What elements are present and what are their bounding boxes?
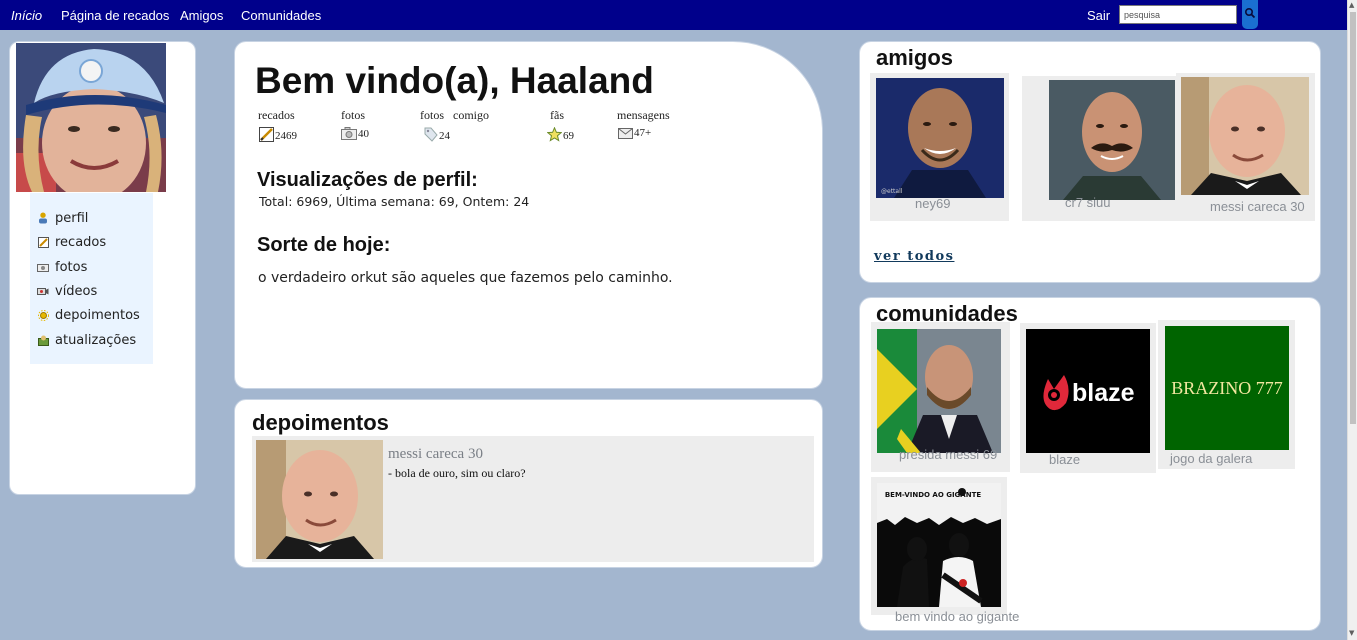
friend-name[interactable]: ney69 (915, 196, 950, 211)
stat-value: 2469 (275, 130, 297, 142)
star-icon (547, 127, 562, 142)
sidebar-item-label: depoimentos (55, 307, 140, 323)
friend-name[interactable]: cr7 siuu (1065, 195, 1111, 210)
sidebar-item-label: vídeos (55, 283, 98, 299)
nav-link-comunidades[interactable]: Comunidades (241, 8, 321, 23)
video-icon (36, 284, 50, 298)
community-name[interactable]: bem vindo ao gigante (895, 609, 1019, 624)
friend-photo-ney69[interactable]: @ettall (876, 78, 1004, 198)
see-all-friends-link[interactable]: ver todos (874, 249, 954, 264)
friends-title: amigos (876, 45, 954, 70)
sidebar-item-perfil[interactable]: perfil (36, 209, 88, 227)
community-name[interactable]: blaze (1049, 452, 1080, 467)
note-icon (36, 235, 50, 249)
stat-fotos[interactable]: 40 (341, 127, 369, 140)
luck-title: Sorte de hoje: (257, 234, 391, 256)
stat-label-recados[interactable]: recados (258, 108, 295, 123)
updates-icon (36, 333, 50, 347)
community-name[interactable]: presida messi 69 (899, 447, 997, 462)
sidebar-item-videos[interactable]: vídeos (36, 282, 97, 300)
gigante-logo-text: BEM-VINDO AO GIGANTE (885, 491, 982, 499)
stat-label-mensagens[interactable]: mensagens (617, 108, 670, 123)
luck-text: o verdadeiro orkut são aqueles que fazem… (258, 270, 673, 286)
envelope-icon (618, 128, 633, 139)
community-image-blaze[interactable]: blaze (1026, 329, 1150, 453)
testimonial-author[interactable]: messi careca 30 (388, 446, 483, 463)
community-image-bem-vindo-ao-gigante[interactable]: BEM-VINDO AO GIGANTE (877, 483, 1001, 607)
search-button[interactable] (1242, 0, 1258, 29)
community-name[interactable]: jogo da galera (1170, 451, 1252, 466)
views-text: Total: 6969, Última semana: 69, Ontem: 2… (259, 194, 530, 209)
sidebar-item-label: fotos (55, 259, 88, 275)
search-icon (1244, 7, 1256, 19)
stat-recados[interactable]: 2469 (259, 127, 297, 142)
sidebar-menu: perfil recados fotos vídeos depoimentos … (30, 193, 153, 364)
stat-fotos-comigo[interactable]: 24 (424, 127, 450, 142)
sidebar-item-atualizacoes[interactable]: atualizações (36, 331, 136, 349)
stat-label-fotos-comigo[interactable]: fotos comigo (420, 108, 489, 123)
note-icon (259, 127, 274, 142)
user-icon (36, 211, 50, 225)
testimonials-title: depoimentos (252, 410, 389, 435)
camera-icon (36, 260, 50, 274)
friend-photo-cr7-siuu[interactable] (1049, 80, 1175, 200)
camera-icon (341, 127, 357, 140)
nav-link-inicio[interactable]: Início (11, 8, 42, 23)
nav-link-amigos[interactable]: Amigos (180, 8, 223, 23)
stat-label-fas[interactable]: fãs (550, 108, 564, 123)
svg-text:@ettall: @ettall (881, 188, 903, 195)
nav-link-pagina-de-recados[interactable]: Página de recados (61, 8, 169, 23)
logout-link[interactable]: Sair (1087, 8, 1110, 23)
sidebar-item-label: recados (55, 234, 107, 250)
community-image-jogo-da-galera[interactable]: BRAZINO 777 (1165, 326, 1289, 450)
sun-icon (36, 308, 50, 322)
scroll-up-icon[interactable]: ▲ (1349, 1, 1354, 9)
friend-name[interactable]: messi careca 30 (1210, 199, 1305, 214)
stat-label-fotos[interactable]: fotos (341, 108, 365, 123)
stat-value: 24 (439, 130, 450, 142)
stat-fas[interactable]: 69 (547, 127, 574, 142)
friend-photo-messi-careca-30[interactable] (1181, 77, 1309, 195)
tag-icon (424, 127, 438, 142)
stat-value: 47+ (634, 127, 652, 139)
blaze-logo-text: blaze (1072, 379, 1135, 407)
stat-value: 40 (358, 128, 369, 140)
sidebar-item-recados[interactable]: recados (36, 233, 106, 251)
page-scrollbar[interactable]: ▲ ▼ (1347, 0, 1357, 640)
sidebar-item-fotos[interactable]: fotos (36, 258, 87, 276)
sidebar-item-label: perfil (55, 210, 89, 226)
sidebar-item-depoimentos[interactable]: depoimentos (36, 306, 140, 324)
stat-value: 69 (563, 130, 574, 142)
scroll-down-icon[interactable]: ▼ (1349, 629, 1354, 637)
community-image-presida-messi-69[interactable] (877, 329, 1001, 453)
brazino-logo-text: BRAZINO 777 (1171, 378, 1283, 398)
testimonial-author-photo[interactable] (256, 440, 383, 559)
profile-avatar[interactable] (16, 43, 166, 192)
testimonial-text: - bola de ouro, sim ou claro? (388, 466, 526, 480)
stat-mensagens[interactable]: 47+ (618, 127, 651, 139)
scrollbar-thumb[interactable] (1350, 12, 1356, 424)
welcome-title: Bem vindo(a), Haaland (255, 60, 654, 101)
sidebar-item-label: atualizações (55, 332, 137, 348)
views-title: Visualizações de perfil: (257, 169, 478, 191)
search-input[interactable] (1119, 5, 1237, 24)
